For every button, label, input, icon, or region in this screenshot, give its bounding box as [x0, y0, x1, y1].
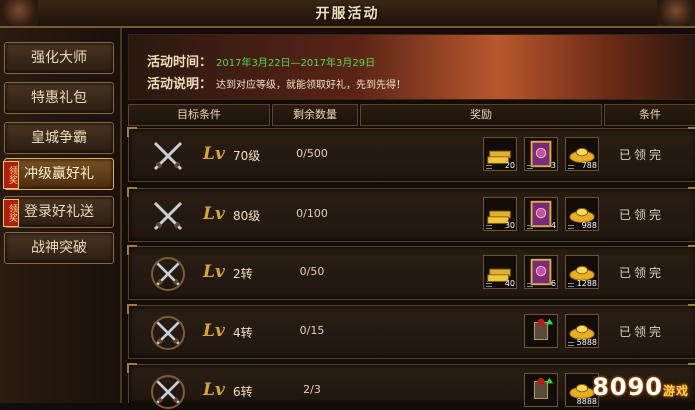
reward-count: 20 [504, 161, 515, 170]
reward-item[interactable]: 4 [524, 197, 558, 231]
crossed-swords-icon [151, 257, 185, 291]
sidebar-item-enhance-master[interactable]: 强化大师 [4, 42, 114, 74]
sidebar-item-login-rewards[interactable]: 领奖 登录好礼送 [3, 196, 114, 228]
crossed-swords-icon [151, 375, 185, 409]
table-row: Lv 80级 0/100 30 4 988 已领完 [127, 187, 695, 242]
watermark-text: 8090 [592, 373, 663, 401]
reward-item[interactable]: 788 [565, 137, 599, 171]
reward-count: 30 [504, 221, 515, 230]
table-row: Lv 4转 0/15 5888 已领完 [127, 304, 695, 359]
reward-item[interactable] [524, 314, 558, 348]
status-label: 已领完 [619, 148, 665, 162]
sidebar-item-label: 皇城争霸 [31, 130, 87, 146]
event-time-row: 活动时间： 2017年3月22日—2017年3月29日 [147, 51, 375, 70]
reward-item[interactable]: 6 [524, 255, 558, 289]
sidebar-item-city-battle[interactable]: 皇城争霸 [4, 122, 114, 154]
remaining-count: 2/3 [303, 383, 321, 396]
reward-count: 988 [581, 221, 597, 230]
reward-count: 6 [550, 279, 556, 288]
header-target: 目标条件 [128, 104, 270, 126]
target-level: 6转 [233, 385, 253, 399]
sidebar-item-label: 冲级赢好礼 [24, 166, 94, 182]
status-label: 已领完 [619, 208, 665, 222]
lv-prefix: Lv [203, 321, 225, 341]
sidebar-item-label: 战神突破 [31, 240, 87, 256]
event-desc-row: 活动说明： 达到对应等级，就能领取好礼，先到先得！ [147, 73, 406, 92]
table-row: Lv 70级 0/500 20 3 788 已领完 [127, 127, 695, 182]
remaining-count: 0/500 [296, 147, 328, 160]
remaining-count: 0/50 [299, 265, 325, 278]
reward-item[interactable]: 988 [565, 197, 599, 231]
corner-ornament-icon [657, 0, 695, 26]
reward-count: 1288 [576, 279, 597, 288]
watermark-sub: 游戏 [662, 384, 689, 398]
header-remaining: 剩余数量 [272, 104, 358, 126]
crossed-swords-icon [153, 201, 183, 231]
sidebar-item-label: 强化大师 [31, 50, 87, 66]
site-watermark-logo: 8090游戏 [592, 373, 689, 401]
reward-item[interactable]: 20 [483, 137, 517, 171]
claim-badge: 领奖 [3, 161, 19, 189]
table-header: 目标条件 剩余数量 奖励 条件 [128, 104, 695, 126]
status-label: 已领完 [619, 266, 665, 280]
sidebar-item-war-god-breakthrough[interactable]: 战神突破 [4, 232, 114, 264]
reward-item[interactable]: 30 [483, 197, 517, 231]
reward-count: 40 [504, 279, 515, 288]
armor-icon [533, 318, 554, 340]
reward-count: 5888 [576, 338, 597, 347]
sidebar: 强化大师 特惠礼包 皇城争霸 领奖 冲级赢好礼 领奖 登录好礼送 战神突破 [0, 28, 122, 403]
header-condition: 条件 [604, 104, 695, 126]
crossed-swords-icon [151, 316, 185, 350]
crossed-swords-icon [153, 141, 183, 171]
event-banner: 活动时间： 2017年3月22日—2017年3月29日 活动说明： 达到对应等级，就… [128, 34, 695, 100]
event-desc-value: 达到对应等级，就能领取好礼，先到先得！ [216, 80, 407, 91]
event-time-label: 活动时间： [147, 55, 213, 70]
event-time-value: 2017年3月22日—2017年3月29日 [216, 58, 376, 69]
window-title: 开服活动 [315, 6, 380, 22]
remaining-count: 0/15 [299, 324, 325, 337]
target-level: 70级 [233, 149, 261, 163]
lv-prefix: Lv [203, 204, 225, 224]
lv-prefix: Lv [203, 380, 225, 400]
armor-icon [533, 377, 554, 399]
lv-prefix: Lv [203, 262, 225, 282]
reward-count: 788 [581, 161, 597, 170]
target-level: 4转 [233, 326, 253, 340]
reward-count: 4 [550, 221, 556, 230]
sidebar-item-discount-pack[interactable]: 特惠礼包 [4, 82, 114, 114]
target-level: 2转 [233, 267, 253, 281]
target-level: 80级 [233, 209, 261, 223]
reward-item[interactable]: 1288 [565, 255, 599, 289]
lv-prefix: Lv [203, 144, 225, 164]
reward-item[interactable]: 5888 [565, 314, 599, 348]
sidebar-item-level-rewards[interactable]: 领奖 冲级赢好礼 [3, 158, 114, 190]
reward-item[interactable]: 40 [483, 255, 517, 289]
title-bar: 开服活动 [0, 0, 695, 28]
reward-item[interactable] [524, 373, 558, 407]
header-rewards: 奖励 [360, 104, 602, 126]
reward-count: 3 [550, 161, 556, 170]
sidebar-item-label: 登录好礼送 [24, 204, 94, 220]
table-row: Lv 2转 0/50 40 6 1288 已领完 [127, 245, 695, 300]
event-desc-label: 活动说明： [147, 77, 213, 92]
claim-badge: 领奖 [3, 199, 19, 227]
sidebar-item-label: 特惠礼包 [31, 90, 87, 106]
remaining-count: 0/100 [296, 207, 328, 220]
reward-item[interactable]: 3 [524, 137, 558, 171]
status-label: 已领完 [619, 325, 665, 339]
